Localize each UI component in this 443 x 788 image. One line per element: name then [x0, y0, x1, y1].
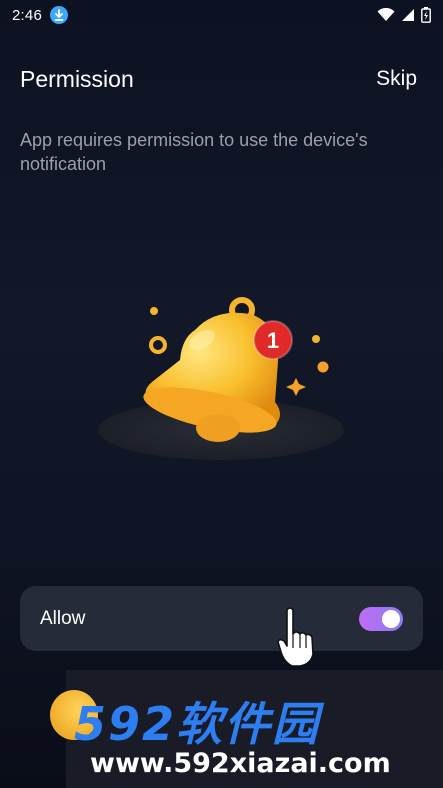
battery-icon: [421, 7, 431, 23]
sparkle-star: [286, 378, 306, 396]
pointing-hand-icon: [277, 607, 314, 667]
sparkle-ring: [149, 336, 167, 354]
page-title: Permission: [20, 65, 134, 92]
permission-description: App requires permission to use the devic…: [20, 130, 368, 174]
toggle-knob: [382, 609, 400, 628]
sparkle-dot: [150, 307, 158, 315]
sparkle-dot: [317, 361, 329, 373]
status-time: 2:46: [12, 6, 42, 24]
allow-setting-row[interactable]: Allow: [20, 586, 423, 651]
watermark-brand: 592软件园: [74, 697, 321, 751]
skip-button[interactable]: Skip: [376, 67, 417, 91]
status-bar: 2:46: [0, 0, 443, 30]
sparkle-dot: [312, 335, 320, 343]
watermark-url: www.592xiazai.com: [90, 748, 391, 779]
wifi-icon: [377, 8, 395, 21]
bell-illustration: 1: [98, 297, 344, 460]
status-icons: [377, 7, 431, 23]
allow-toggle[interactable]: [359, 606, 403, 631]
download-icon: [50, 6, 68, 24]
allow-label: Allow: [40, 607, 86, 629]
badge-count: 1: [267, 328, 279, 353]
signal-icon: [402, 9, 414, 21]
header: Permission Skip: [20, 62, 417, 96]
